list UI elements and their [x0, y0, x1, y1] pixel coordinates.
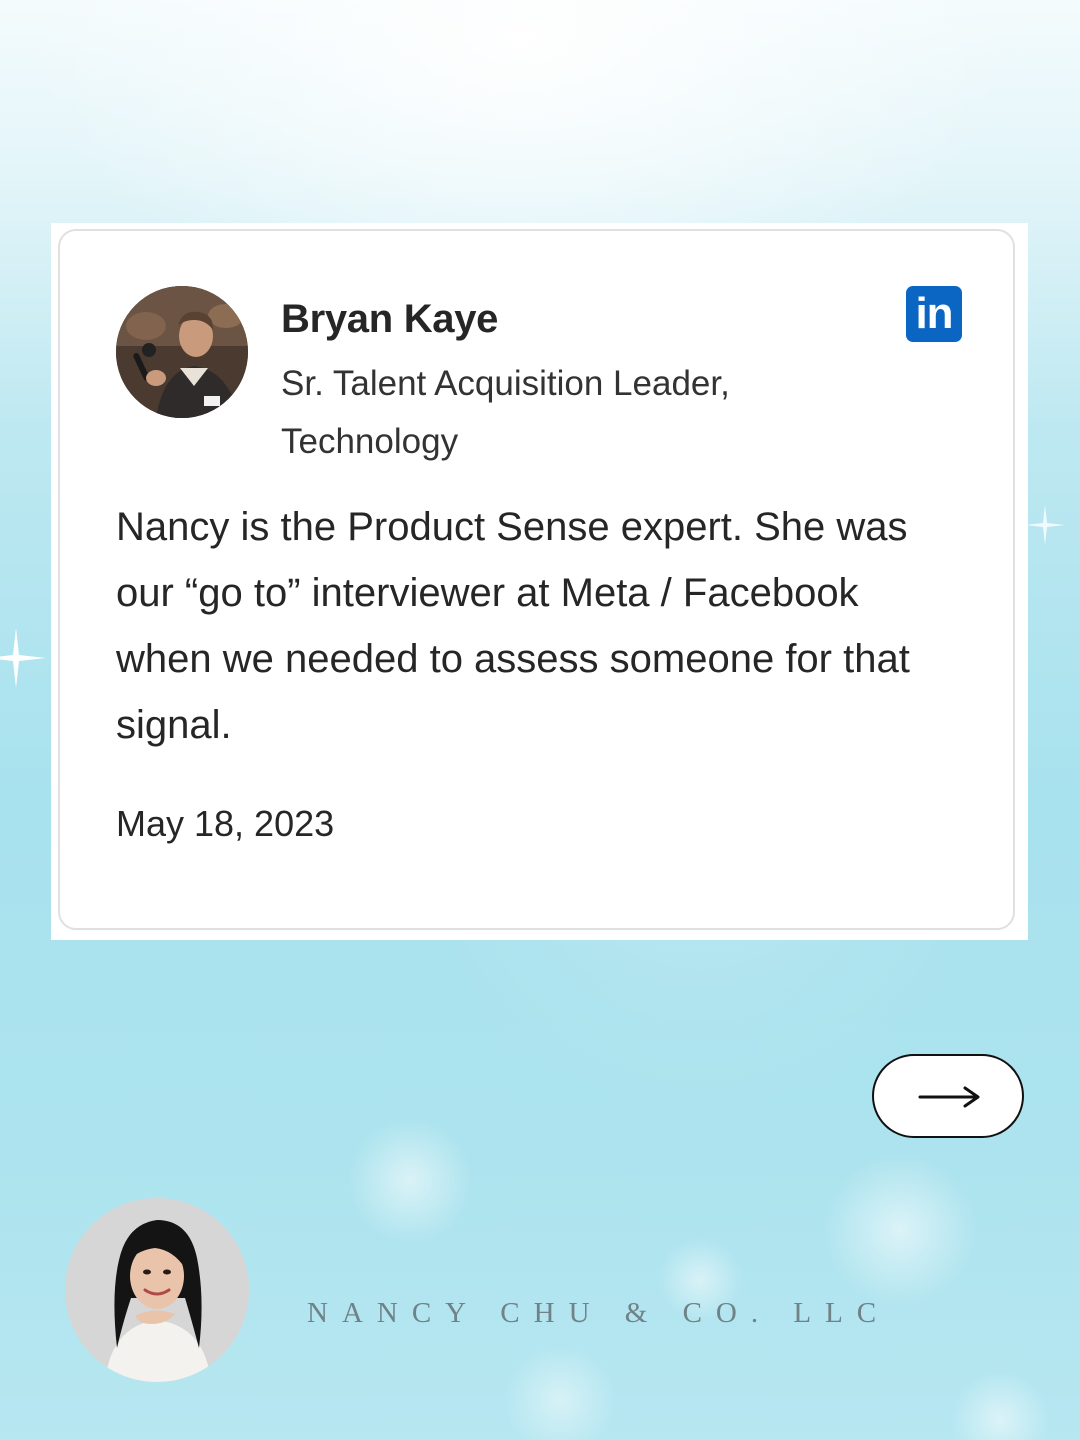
testimonial-card: Bryan Kaye Sr. Talent Acquisition Leader…	[58, 229, 1015, 930]
testimonial-date: May 18, 2023	[116, 803, 335, 844]
brand-avatar	[65, 1198, 249, 1382]
next-button[interactable]	[872, 1054, 1024, 1138]
testimonial-card-frame: Bryan Kaye Sr. Talent Acquisition Leader…	[51, 223, 1028, 940]
reviewer-name: Bryan Kaye	[281, 297, 499, 341]
reviewer-avatar	[116, 286, 248, 418]
linkedin-icon[interactable]: in	[906, 286, 962, 342]
arrow-right-icon	[918, 1086, 980, 1108]
sparkle-icon	[1025, 505, 1065, 545]
brand-name: NANCY CHU & CO. LLC	[307, 1297, 891, 1329]
sparkle-icon	[0, 628, 46, 688]
reviewer-role: Sr. Talent Acquisition Leader, Technolog…	[281, 364, 730, 461]
testimonial-quote: Nancy is the Product Sense expert. She w…	[116, 505, 910, 747]
